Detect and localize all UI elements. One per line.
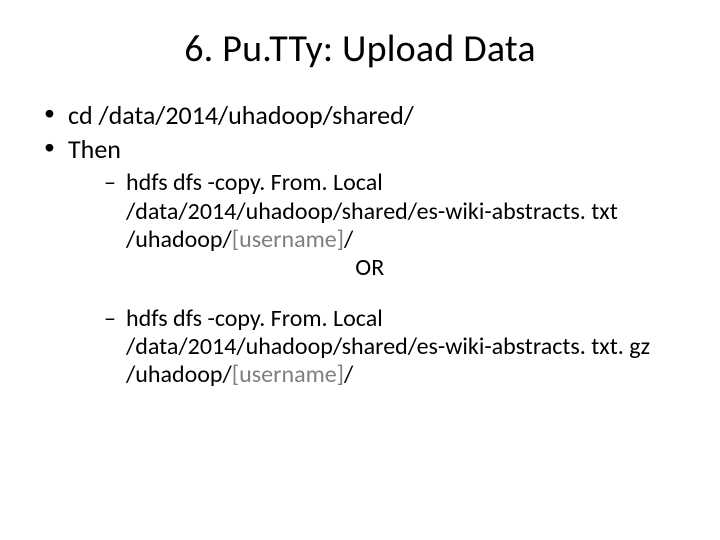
command-line-2: /data/2014/uhadoop/shared/es-wiki-abstra…	[126, 333, 680, 361]
bullet-text: Then	[68, 133, 121, 165]
command-line-1: hdfs dfs -copy. From. Local	[126, 169, 680, 197]
path-prefix: /uhadoop/	[126, 360, 232, 389]
command-line-2: /data/2014/uhadoop/shared/es-wiki-abstra…	[126, 198, 680, 226]
bullet-then: Then hdfs dfs -copy. From. Local /data/2…	[40, 134, 680, 390]
subbullet-copy-gz: hdfs dfs -copy. From. Local /data/2014/u…	[104, 305, 680, 390]
username-placeholder: [username]	[232, 360, 344, 389]
path-suffix: /	[344, 360, 353, 389]
slide-title: 6. Pu.TTy: Upload Data	[40, 26, 680, 72]
subbullet-copy-txt: hdfs dfs -copy. From. Local /data/2014/u…	[104, 169, 680, 282]
bullet-list-level1: cd /data/2014/uhadoop/shared/ Then hdfs …	[40, 100, 680, 390]
slide: 6. Pu.TTy: Upload Data cd /data/2014/uha…	[0, 0, 720, 540]
path-prefix: /uhadoop/	[126, 225, 232, 254]
path-suffix: /	[344, 225, 353, 254]
bullet-cd-command: cd /data/2014/uhadoop/shared/	[40, 100, 680, 132]
command-line-1: hdfs dfs -copy. From. Local	[126, 305, 680, 333]
bullet-text: cd /data/2014/uhadoop/shared/	[68, 99, 414, 131]
bullet-list-level2: hdfs dfs -copy. From. Local /data/2014/u…	[68, 169, 680, 389]
username-placeholder: [username]	[232, 225, 344, 254]
command-line-3: /uhadoop/[username]/	[126, 226, 680, 254]
or-separator: OR	[126, 254, 614, 282]
command-line-3: /uhadoop/[username]/	[126, 361, 680, 389]
